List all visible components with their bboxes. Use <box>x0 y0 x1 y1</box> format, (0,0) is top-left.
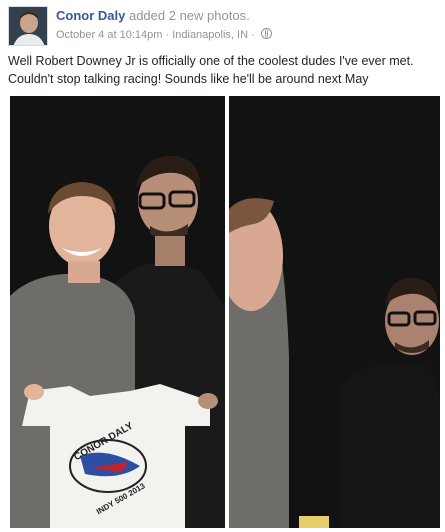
meta-separator: · <box>251 29 255 41</box>
post-meta: October 4 at 10:14pm · Indianapolis, IN … <box>56 28 272 41</box>
photo-left[interactable]: CONOR DALY INDY 500 2013 <box>10 96 225 528</box>
post-action-text: added 2 new photos. <box>128 8 250 23</box>
author-avatar[interactable] <box>8 6 48 46</box>
caption-line: Couldn't stop talking racing! Sounds lik… <box>8 72 369 86</box>
facebook-post: Conor Daly added 2 new photos. October 4… <box>0 0 445 532</box>
globe-icon[interactable] <box>260 28 272 39</box>
caption-line: Well Robert Downey Jr is officially one … <box>8 54 414 68</box>
post-timestamp-link[interactable]: October 4 at 10:14pm <box>56 29 162 41</box>
author-name-link[interactable]: Conor Daly <box>56 8 125 23</box>
photo-left-image: CONOR DALY INDY 500 2013 <box>10 96 225 528</box>
photo-right-image <box>229 96 440 528</box>
avatar-image <box>9 7 47 45</box>
meta-separator: · <box>165 29 170 41</box>
photo-right[interactable] <box>229 96 440 528</box>
post-caption: Well Robert Downey Jr is officially one … <box>8 52 438 88</box>
location-link[interactable]: Indianapolis, IN <box>172 29 248 41</box>
post-header: Conor Daly added 2 new photos. <box>56 8 250 23</box>
